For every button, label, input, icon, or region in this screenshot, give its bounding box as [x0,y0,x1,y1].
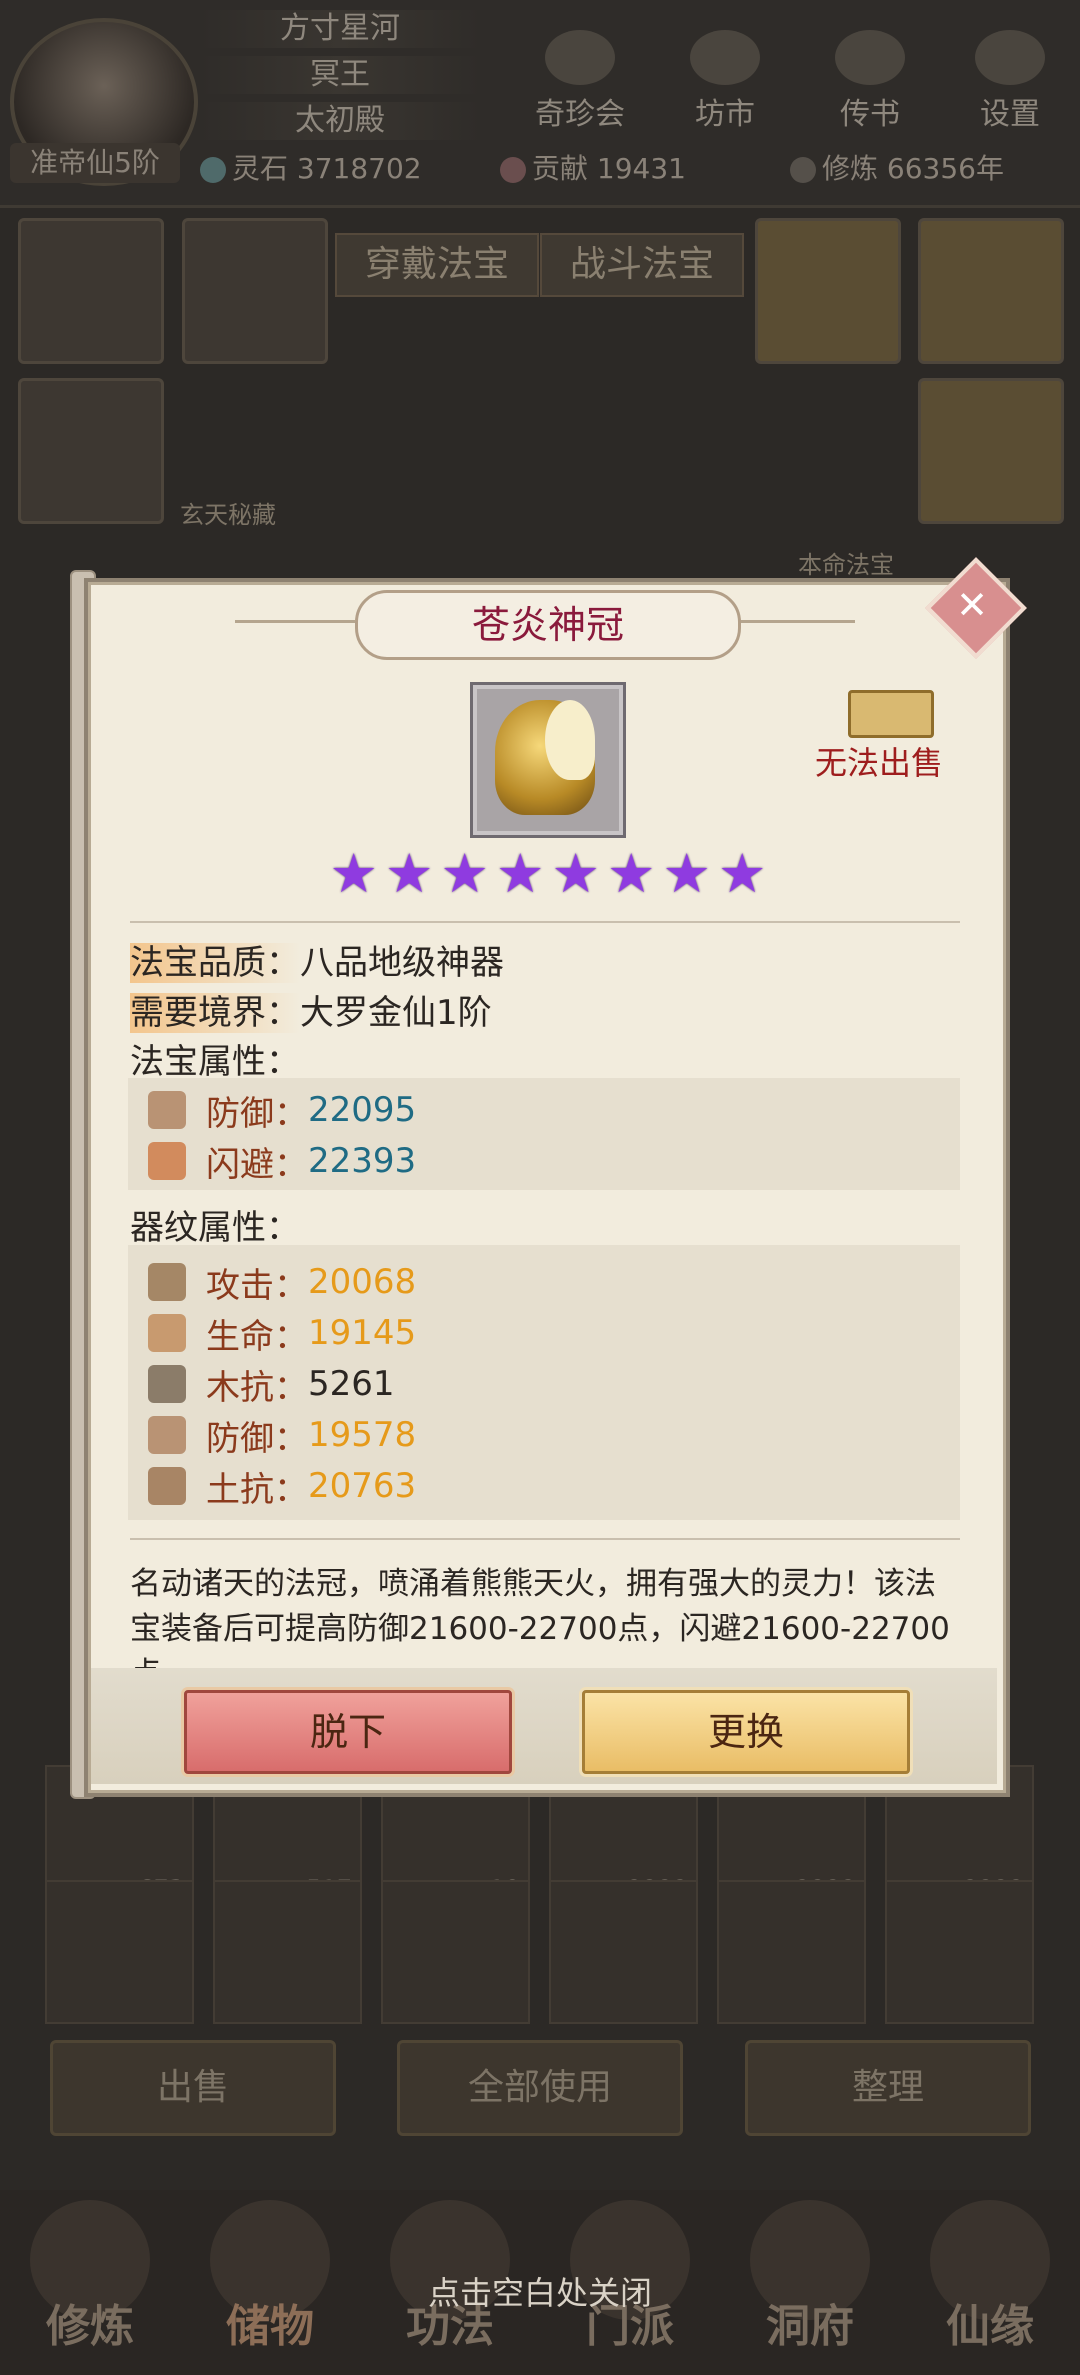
realm-value: 大罗金仙1阶 [300,993,492,1033]
rank-badge: 准帝仙5阶 [10,143,180,183]
tab-battle-treasure[interactable]: 战斗法宝 [540,233,744,297]
rune-stat-row: 木抗： 5261 [148,1359,395,1409]
earth-resist-icon [148,1467,186,1505]
gear-icon [975,30,1045,85]
inventory-cell[interactable] [45,1880,194,2024]
lock-chest-icon [848,690,934,738]
cultivation-resource: 修炼 66356年 [790,150,1004,188]
equip-slot[interactable] [182,218,328,364]
sell-button[interactable]: 出售 [50,2040,336,2136]
attack-icon [148,1263,186,1301]
base-attributes-title: 法宝属性： [130,1042,300,1082]
contribution-resource: 贡献 19431 [500,150,686,188]
inventory-cell[interactable] [549,1880,698,2024]
base-stat-row: 闪避： 22393 [148,1136,416,1186]
natal-treasure-label[interactable]: 本命法宝 [798,545,894,580]
base-stat-row: 防御： 22095 [148,1085,416,1135]
realm-label: 需要境界： [130,993,300,1033]
treasure-fair-button[interactable]: 奇珍会 [525,30,635,132]
rune-stat-row: 土抗： 20763 [148,1461,416,1511]
equip-slot[interactable] [18,218,164,364]
equip-slot[interactable] [755,218,901,364]
star-icon: ★ [440,842,489,905]
dodge-icon [148,1142,186,1180]
sort-button[interactable]: 整理 [745,2040,1031,2136]
star-icon: ★ [496,842,545,905]
divider [130,1538,960,1540]
star-icon: ★ [718,842,767,905]
close-icon: ✕ [956,583,988,627]
star-icon: ★ [551,842,600,905]
rune-stat-row: 生命： 19145 [148,1308,416,1358]
location-1: 方寸星河 [200,10,480,48]
star-rating: ★ ★ ★ ★ ★ ★ ★ ★ [328,842,768,905]
quality-label: 法宝品质： [130,943,300,983]
market-button[interactable]: 坊市 [670,30,780,132]
cultivation-icon [790,157,816,183]
title-ornament-right [735,620,855,623]
divider [130,921,960,923]
settings-button[interactable]: 设置 [955,30,1065,132]
no-sell-label: 无法出售 [815,744,944,782]
crown-plume-icon [545,700,595,780]
equip-slot[interactable] [18,378,164,524]
wood-resist-icon [148,1365,186,1403]
tab-worn-treasure[interactable]: 穿戴法宝 [335,233,539,297]
mail-button[interactable]: 传书 [815,30,925,132]
unequip-button[interactable]: 脱下 [184,1690,512,1774]
equip-slot[interactable] [918,218,1064,364]
star-icon: ★ [329,842,378,905]
replace-button[interactable]: 更换 [582,1690,910,1774]
star-icon: ★ [662,842,711,905]
inventory-cell[interactable] [717,1880,866,2024]
inventory-cell[interactable] [213,1880,362,2024]
item-title: 苍炎神冠 [355,590,741,660]
quality-value: 八品地级神器 [300,943,504,983]
spirit-stone-icon [200,157,226,183]
treasure-fair-icon [545,30,615,85]
contribution-icon [500,157,526,183]
shield-icon [148,1091,186,1129]
equip-slot[interactable] [918,378,1064,524]
star-icon: ★ [607,842,656,905]
spirit-stone-resource: 灵石 3718702 [200,150,422,188]
location-2: 冥王 [200,56,480,94]
realm-row: 需要境界：大罗金仙1阶 [130,985,492,1034]
inventory-cell[interactable] [885,1880,1034,2024]
market-icon [690,30,760,85]
inventory-cell[interactable] [381,1880,530,2024]
close-hint[interactable]: 点击空白处关闭 [0,2268,1080,2314]
rune-stat-row: 防御： 19578 [148,1410,416,1460]
rune-stat-row: 攻击： 20068 [148,1257,416,1307]
shield-icon [148,1416,186,1454]
title-ornament-left [235,620,355,623]
star-icon: ★ [385,842,434,905]
secret-vault-label[interactable]: 玄天秘藏 [180,495,276,530]
mail-icon [835,30,905,85]
rune-attributes-title: 器纹属性： [130,1208,300,1248]
quality-row: 法宝品质：八品地级神器 [130,935,504,984]
use-all-button[interactable]: 全部使用 [397,2040,683,2136]
life-icon [148,1314,186,1352]
location-3: 太初殿 [200,102,480,140]
